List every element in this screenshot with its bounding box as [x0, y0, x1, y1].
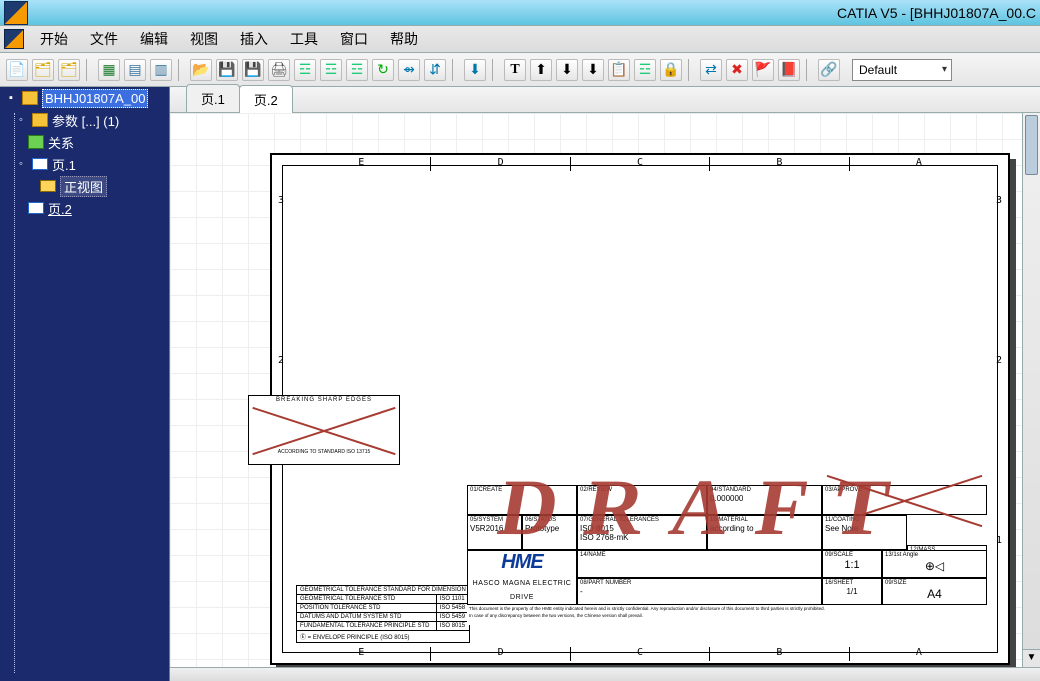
tb-listx-icon[interactable]: ☲: [634, 59, 656, 81]
style-combo[interactable]: Default: [852, 59, 952, 81]
title-bar: CATIA V5 - [BHHJ01807A_00.C: [0, 0, 1040, 25]
tb-delete-icon[interactable]: ✖: [726, 59, 748, 81]
workspace: 页.1 页.2 EDCBA EDCBA 3 2 3 2: [170, 87, 1040, 681]
menu-edit[interactable]: 编辑: [130, 26, 178, 52]
app-icon: [4, 1, 28, 25]
tb-book-icon[interactable]: 📕: [778, 59, 800, 81]
tb-saveall-icon[interactable]: 💾: [242, 59, 264, 81]
tb-save-icon[interactable]: 💾: [216, 59, 238, 81]
menu-window[interactable]: 窗口: [330, 26, 378, 52]
expand-icon[interactable]: ◦: [14, 157, 28, 171]
toolbar: 📄 🗂 🗂 ▦ ▤ ▥ 📂 💾 💾 🖨 ☲ ☲ ☲ ↻ ⇴ ⇵ ⬇ T ⬆ ⬇ …: [0, 53, 1040, 87]
spec-tree[interactable]: ▪ BHHJ01807A_00 ◦ 参数 [...] (1) 关系 ◦ 页.1 …: [0, 87, 170, 681]
tab-sheet2[interactable]: 页.2: [239, 85, 293, 113]
tb-paste-icon[interactable]: 📋: [608, 59, 630, 81]
expand-icon[interactable]: ▪: [4, 91, 18, 105]
tb-link-icon[interactable]: 🔗: [818, 59, 840, 81]
menu-insert[interactable]: 插入: [230, 26, 278, 52]
tb-open2-icon[interactable]: 📂: [190, 59, 212, 81]
tb-new-icon[interactable]: 📄: [6, 59, 28, 81]
tree-sheet1[interactable]: 页.1: [52, 155, 76, 174]
tab-sheet1[interactable]: 页.1: [186, 84, 240, 112]
menu-view[interactable]: 视图: [180, 26, 228, 52]
tb-open-icon[interactable]: 🗂: [32, 59, 54, 81]
sheet-icon: [28, 202, 44, 214]
tb-down2-icon[interactable]: ⬇: [582, 59, 604, 81]
tree-sheet2[interactable]: 页.2: [48, 199, 72, 218]
tb-sheet-icon[interactable]: ▤: [124, 59, 146, 81]
relations-icon: [28, 135, 44, 149]
tree-root[interactable]: BHHJ01807A_00: [42, 89, 148, 108]
doc-icon: [4, 29, 24, 49]
drawing-sheet: EDCBA EDCBA 3 2 3 2 1 BREAKING SHARP EDG…: [270, 153, 1010, 665]
tb-list2-icon[interactable]: ☲: [320, 59, 342, 81]
tb-refresh-icon[interactable]: ↻: [372, 59, 394, 81]
menu-bar: 开始 文件 编辑 视图 插入 工具 窗口 帮助: [0, 25, 1040, 53]
tb-folder-icon[interactable]: 🗂: [58, 59, 80, 81]
params-icon: [32, 113, 48, 127]
tree-relations[interactable]: 关系: [48, 133, 74, 152]
view-icon: [40, 180, 56, 192]
tb-flag-icon[interactable]: 🚩: [752, 59, 774, 81]
tb-swap-icon[interactable]: ⇄: [700, 59, 722, 81]
drawing-canvas[interactable]: EDCBA EDCBA 3 2 3 2 1 BREAKING SHARP EDG…: [170, 113, 1022, 667]
tb-print-icon[interactable]: 🖨: [268, 59, 290, 81]
tb-list3-icon[interactable]: ☲: [346, 59, 368, 81]
tb-up-icon[interactable]: ⬆: [530, 59, 552, 81]
scroll-thumb[interactable]: [1025, 115, 1038, 175]
scroll-down-icon[interactable]: ▼: [1023, 649, 1040, 667]
tb-import-icon[interactable]: ⬇: [464, 59, 486, 81]
sharp-edges-block: BREAKING SHARP EDGES ACCORDING TO STANDA…: [248, 395, 400, 465]
tree-frontview[interactable]: 正视图: [60, 176, 107, 197]
tb-tree-icon[interactable]: ⇴: [398, 59, 420, 81]
tb-table-icon[interactable]: ▥: [150, 59, 172, 81]
title-block: 01/CREATE 02/REVIEW 04/STANDARD0.000000 …: [467, 485, 986, 645]
menu-file[interactable]: 文件: [80, 26, 128, 52]
sheet-tabs: 页.1 页.2: [170, 87, 1040, 113]
tb-down-icon[interactable]: ⬇: [556, 59, 578, 81]
hme-logo: HME: [501, 551, 542, 573]
tb-text-icon[interactable]: T: [504, 59, 526, 81]
window-title: CATIA V5 - [BHHJ01807A_00.C: [837, 5, 1036, 21]
main-area: ▪ BHHJ01807A_00 ◦ 参数 [...] (1) 关系 ◦ 页.1 …: [0, 87, 1040, 681]
tb-excel-icon[interactable]: ▦: [98, 59, 120, 81]
drawing-icon: [22, 91, 38, 105]
expand-icon[interactable]: ◦: [14, 113, 28, 127]
menu-start[interactable]: 开始: [30, 26, 78, 52]
menu-tools[interactable]: 工具: [280, 26, 328, 52]
tree-params[interactable]: 参数 [...] (1): [52, 111, 119, 130]
standards-table: GEOMETRICAL TOLERANCE STANDARD FOR DIMEN…: [296, 585, 470, 643]
tb-tree2-icon[interactable]: ⇵: [424, 59, 446, 81]
hscroll-area[interactable]: [170, 667, 1040, 681]
sheet-icon: [32, 158, 48, 170]
menu-help[interactable]: 帮助: [380, 26, 428, 52]
vertical-scrollbar[interactable]: ▼: [1022, 113, 1040, 667]
tb-lock-icon[interactable]: 🔒: [660, 59, 682, 81]
tb-list-icon[interactable]: ☲: [294, 59, 316, 81]
